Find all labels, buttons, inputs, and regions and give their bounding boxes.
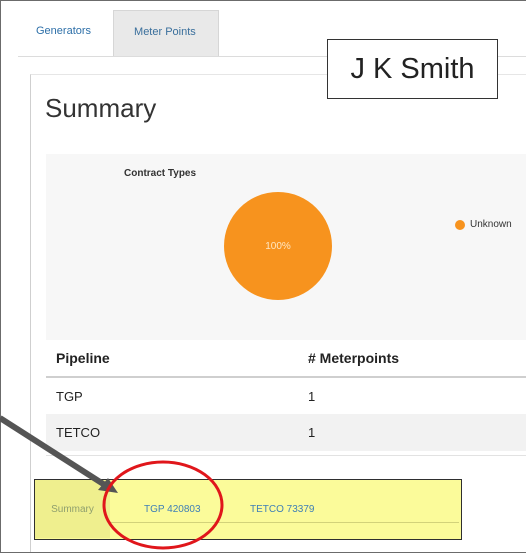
- pipeline-table: Pipeline # Meterpoints TGP 1 TETCO 1: [46, 340, 526, 451]
- overlay-name-text: J K Smith: [350, 52, 475, 85]
- bottom-tab-bar-highlight: Summary TGP 420803 TETCO 73379: [34, 479, 462, 540]
- table-header-row: Pipeline # Meterpoints: [46, 340, 526, 378]
- bottom-tab-tetco-73379[interactable]: TETCO 73379: [250, 480, 314, 538]
- table-cell-pipeline: TETCO: [46, 414, 308, 451]
- chart-legend-item-unknown[interactable]: Unknown: [455, 219, 512, 230]
- table-cell-pipeline: TGP: [56, 388, 83, 404]
- bottom-tab-tgp-420803[interactable]: TGP 420803: [144, 480, 201, 538]
- table-row: TGP 1: [46, 377, 526, 414]
- column-header-meterpoints: # Meterpoints: [308, 340, 526, 378]
- legend-dot-icon: [455, 219, 465, 230]
- page-title: Summary: [45, 93, 157, 123]
- pie-slice-unknown[interactable]: 100%: [224, 192, 332, 300]
- bottom-tab-summary[interactable]: Summary: [35, 480, 110, 538]
- tab-generators[interactable]: Generators: [18, 10, 113, 56]
- column-header-pipeline: Pipeline: [46, 340, 308, 378]
- contract-types-chart: Contract Types 100% Unknown: [46, 154, 526, 340]
- table-bottom-border: [46, 455, 526, 456]
- legend-label: Unknown: [470, 219, 512, 230]
- table-cell-meterpoints: 1: [308, 414, 526, 451]
- pie-slice-label: 100%: [265, 240, 291, 252]
- name-overlay-box: J K Smith: [327, 39, 498, 99]
- tab-meter-points[interactable]: Meter Points: [113, 10, 219, 56]
- top-tab-bar: Generators Meter Points: [18, 10, 219, 56]
- table-row: TETCO 1: [46, 414, 526, 451]
- chart-title: Contract Types: [124, 168, 197, 179]
- table-cell-meterpoints: 1: [308, 388, 316, 404]
